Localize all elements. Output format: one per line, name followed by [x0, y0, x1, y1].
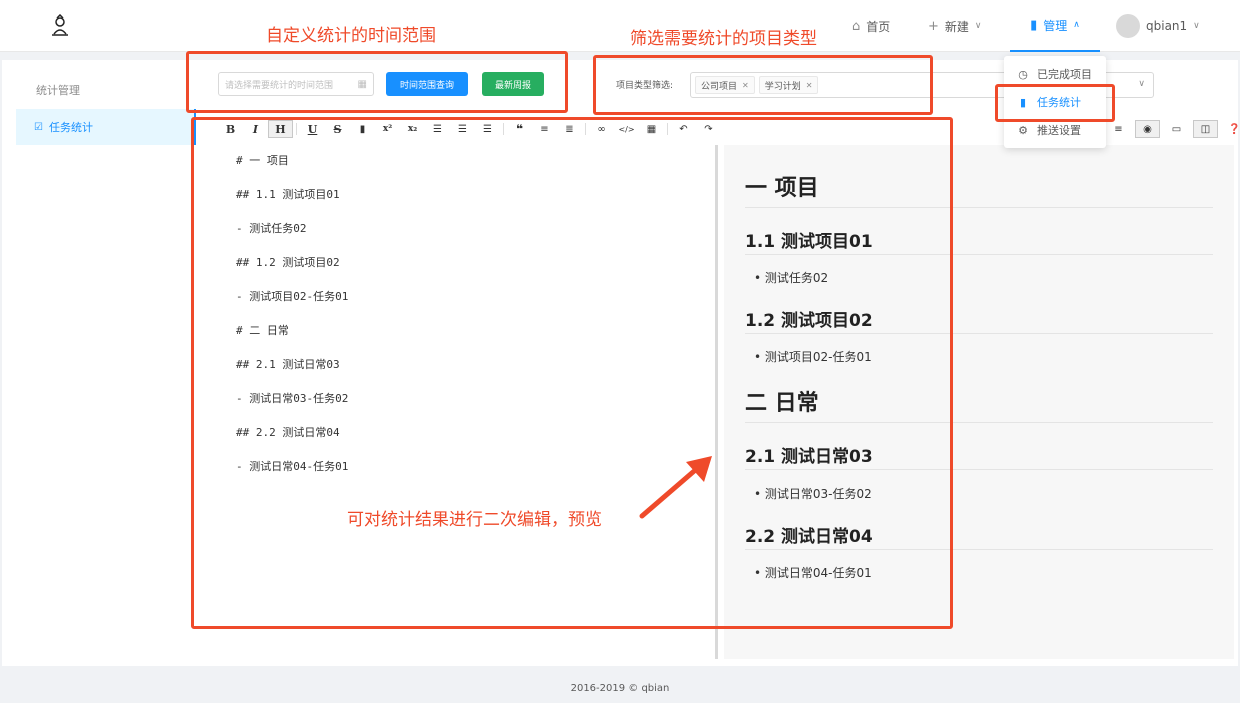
username: qbian1	[1146, 19, 1188, 33]
menu-item-label: 推送设置	[1037, 124, 1081, 137]
chevron-down-icon: ∨	[974, 21, 982, 31]
top-navbar: ⌂ 首页 + 新建 ∨ ▮ 管理 ∧ qbian1 ∨	[0, 0, 1240, 52]
plus-icon: +	[928, 18, 939, 34]
annotation-box-type-filter	[593, 55, 933, 115]
split-view-icon[interactable]: ◫	[1193, 120, 1218, 138]
avatar	[1116, 14, 1140, 38]
annotation-type-filter: 筛选需要统计的项目类型	[630, 29, 817, 49]
user-menu[interactable]: qbian1 ∨	[1116, 0, 1200, 52]
sidebar-item-label: 任务统计	[48, 121, 93, 134]
footer: 2016-2019 © qbian	[570, 683, 670, 694]
annotation-edit-preview: 可对统计结果进行二次编辑，预览	[347, 510, 602, 530]
annotation-time-range: 自定义统计的时间范围	[266, 26, 436, 46]
help-icon[interactable]: ❓	[1222, 120, 1240, 138]
bar-chart-icon: ▮	[1030, 17, 1038, 33]
nav-manage-label: 管理	[1043, 18, 1068, 33]
annotation-box-editor	[191, 117, 953, 629]
nav-new[interactable]: + 新建 ∨	[928, 0, 982, 52]
checkbox-icon: ☑	[34, 121, 43, 133]
nav-manage[interactable]: ▮ 管理 ∧	[1010, 0, 1100, 52]
clock-icon: ◷	[1018, 67, 1028, 81]
logo-icon[interactable]	[48, 14, 72, 38]
fullscreen-icon[interactable]: ▭	[1164, 120, 1189, 138]
annotation-arrow-icon	[639, 456, 712, 519]
home-icon: ⌂	[852, 18, 861, 34]
gear-icon: ⚙	[1018, 123, 1028, 137]
sidebar: 统计管理 ☑ 任务统计	[16, 60, 196, 666]
list-view-icon[interactable]: ≡	[1106, 120, 1131, 138]
chevron-down-icon: ∨	[1193, 21, 1200, 31]
sidebar-title: 统计管理	[36, 84, 80, 97]
sidebar-item-task-stats[interactable]: ☑ 任务统计	[16, 109, 196, 145]
nav-new-label: 新建	[944, 19, 969, 34]
annotation-box-time-range	[186, 51, 568, 113]
chevron-down-icon: ∨	[1138, 79, 1145, 89]
preview-eye-icon[interactable]: ◉	[1135, 120, 1160, 138]
nav-home-label: 首页	[866, 19, 891, 34]
nav-home[interactable]: ⌂ 首页	[852, 0, 890, 52]
menu-item-label: 已完成项目	[1037, 68, 1092, 81]
annotation-box-task-stats	[995, 84, 1115, 122]
editor-view-toolbar: ≡ ◉ ▭ ◫ ❓	[1106, 118, 1240, 140]
chevron-up-icon: ∧	[1073, 20, 1080, 30]
